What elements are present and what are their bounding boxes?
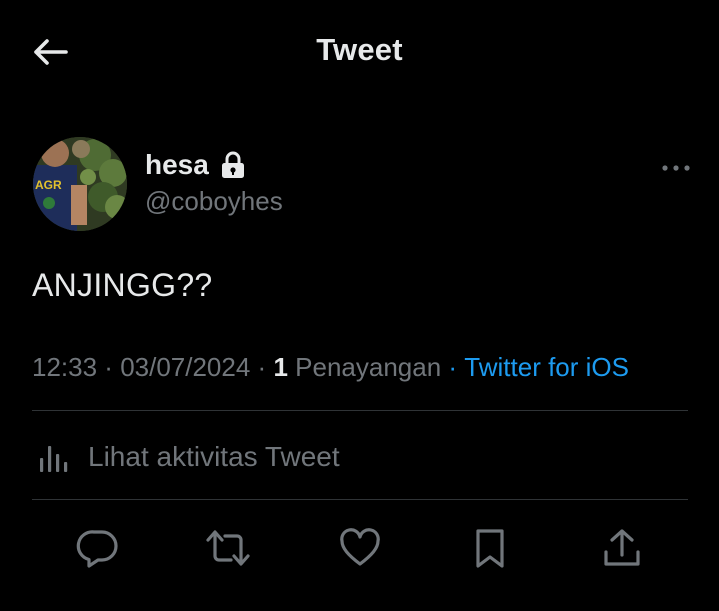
tweet-time[interactable]: 12:33 xyxy=(32,352,97,383)
author-username[interactable]: @coboyhes xyxy=(145,186,283,217)
share-button[interactable] xyxy=(598,524,646,572)
divider xyxy=(32,410,688,411)
tweet-source[interactable]: Twitter for iOS xyxy=(464,352,629,383)
avatar[interactable]: AGR xyxy=(33,137,127,231)
view-count: 1 xyxy=(273,352,288,382)
activity-label: Lihat aktivitas Tweet xyxy=(88,441,340,472)
share-icon xyxy=(604,529,640,566)
svg-text:AGR: AGR xyxy=(35,178,62,192)
page-title: Tweet xyxy=(316,32,403,67)
reply-icon xyxy=(76,530,118,568)
avatar-image: AGR xyxy=(33,137,127,231)
view-label: Penayangan xyxy=(295,352,442,382)
tweet-activity-link[interactable]: Lihat aktivitas Tweet xyxy=(38,440,340,474)
author-display-name[interactable]: hesa xyxy=(145,149,247,181)
retweet-icon xyxy=(206,530,250,566)
tweet-meta: 12:33 · 03/07/2024 · 1 Penayangan · Twit… xyxy=(32,352,629,383)
bookmark-button[interactable] xyxy=(466,524,514,572)
meta-separator: · xyxy=(97,352,121,382)
bar-chart-icon xyxy=(40,446,68,472)
meta-separator: · xyxy=(250,352,274,382)
retweet-button[interactable] xyxy=(204,524,252,572)
heart-icon xyxy=(340,528,380,566)
display-name-text: hesa xyxy=(145,149,209,180)
more-options-button[interactable] xyxy=(656,155,696,181)
like-button[interactable] xyxy=(336,524,384,572)
tweet-text: ANJINGG?? xyxy=(32,267,213,303)
reply-button[interactable] xyxy=(74,524,122,572)
lock-icon xyxy=(219,150,247,180)
more-horizontal-icon xyxy=(662,165,690,171)
source-separator: · xyxy=(441,352,465,382)
tweet-date[interactable]: 03/07/2024 xyxy=(120,352,250,383)
meta-space xyxy=(288,352,295,383)
divider xyxy=(32,499,688,500)
bookmark-icon xyxy=(476,529,504,568)
